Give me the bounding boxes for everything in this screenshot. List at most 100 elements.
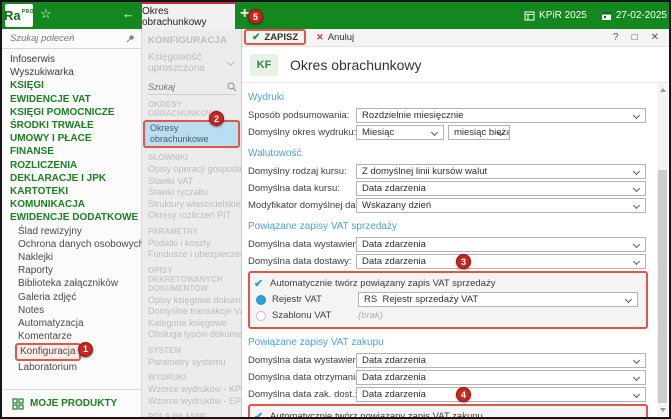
command-search-input[interactable] — [10, 33, 126, 44]
maximize-button[interactable]: □ — [632, 32, 638, 43]
chevron-down-icon — [227, 59, 234, 66]
panel-item: Opisy księgowe dokumentów — [148, 295, 237, 307]
save-check-icon: ✔ — [252, 32, 260, 43]
data-dostawy-select[interactable]: Data zdarzenia — [356, 254, 646, 269]
group-system: SYSTEM Parametry systemu — [148, 346, 237, 369]
field-label: Domyślna data zak. dost.: — [248, 389, 356, 400]
sidebar-item-ksiegi-pomocnicze[interactable]: KSIĘGI POMOCNICZE — [2, 106, 141, 119]
sidebar-item-ksiegi[interactable]: KSIĘGI — [2, 79, 141, 92]
sidebar-item-rozliczenia[interactable]: ROZLICZENIA — [2, 159, 141, 172]
products-grid-icon — [12, 398, 24, 410]
section-header-vat-sprzedazy: Powiązane zapisy VAT sprzedaży — [248, 221, 656, 233]
topbar-status-group: KPiR 2025 27-02-2025 — [524, 2, 667, 29]
sidebar-item-umowy-i-place[interactable]: UMOWY I PŁACE — [2, 132, 141, 145]
form-row: Domyślna data wystawienia: Data zdarzeni… — [248, 353, 656, 368]
scrollbar-down-arrow[interactable] — [660, 408, 666, 412]
save-button[interactable]: ZAPISZ — [264, 32, 298, 43]
data-kursu-select[interactable]: Data zdarzenia — [356, 181, 646, 196]
field-label: Sposób podsumowania: — [248, 110, 356, 121]
date-chip[interactable]: 27-02-2025 — [601, 10, 667, 21]
data-wystawienia-sprzedaz-select[interactable]: Data zdarzenia — [356, 237, 646, 252]
field-label: Modyfikator domyślnej daty kursu: — [248, 200, 356, 211]
checkbox-checked-icon: ✔ — [254, 410, 270, 417]
radio-selected-icon[interactable] — [256, 295, 266, 305]
sidebar-item-infoserwis[interactable]: Infoserwis — [2, 53, 141, 66]
logo-pro-label: PRO — [22, 9, 34, 15]
sidebar-item-notes[interactable]: Notes — [2, 304, 141, 317]
kf-badge: KF — [250, 54, 278, 76]
radio-unselected-icon[interactable] — [256, 311, 266, 321]
data-wystawienia-zakup-select[interactable]: Data zdarzenia — [356, 353, 646, 368]
group-pola-wlasne: POLA WŁASNE Pola własne zapisu w KPiR Po… — [148, 412, 237, 417]
back-arrow-icon[interactable]: ← — [122, 6, 135, 21]
panel-item: Podatki i koszty — [148, 238, 237, 250]
sposob-podsumowania-select[interactable]: Rozdzielnie miesięcznie — [356, 108, 646, 123]
scrollbar-up-arrow[interactable] — [660, 88, 666, 92]
tab-okres-obrachunkowy[interactable]: Okres obrachunkowy — [142, 2, 235, 29]
sidebar-item-konfiguracja[interactable]: Konfiguracja 1 — [2, 343, 141, 360]
data-otrzymania-select[interactable]: Data zdarzenia — [356, 370, 646, 385]
sidebar-item-komunikacja[interactable]: KOMUNIKACJA — [2, 198, 141, 211]
form-row: Domyślna data wystawienia: Data zdarzeni… — [248, 237, 656, 252]
sidebar-item-slad-rewizyjny[interactable]: Ślad rewizyjny — [2, 225, 141, 238]
data-zak-dost-select[interactable]: Data zdarzenia — [356, 387, 646, 402]
sidebar-item-galeria-zdjec[interactable]: Galeria zdjęć — [2, 291, 141, 304]
panel-item: Okresy rozliczeń PIT — [148, 210, 237, 222]
command-search[interactable] — [2, 29, 141, 49]
favorites-star-icon[interactable]: ☆ — [40, 6, 52, 22]
my-products-button[interactable]: MOJE PRODUKTY — [2, 389, 141, 417]
sidebar-item-deklaracje-i-jpk[interactable]: DEKLARACJE I JPK — [2, 172, 141, 185]
rejestr-vat-sprzedaz-row: Rejestr VAT RS Rejestr sprzedaży VAT — [254, 292, 640, 307]
auto-vat-zakup-checkbox-row[interactable]: ✔ Automatycznie twórz powiązany zapis VA… — [254, 409, 640, 417]
panel-item: Parametry systemu — [148, 357, 237, 369]
group-wydruki: WYDRUKI Wzorce wydruków - KPiR Wzorce wy… — [148, 373, 237, 407]
group-header: PARAMETRY — [148, 227, 237, 236]
sidebar-menu: Infoserwis Wyszukiwarka KSIĘGI EWIDENCJE… — [2, 49, 141, 374]
rodzaj-kursu-select[interactable]: Z domyślnej linii kursów walut — [356, 164, 646, 179]
panel-item: Obsługa typów dokumentów — [148, 329, 237, 341]
group-header: SYSTEM — [148, 346, 237, 355]
checkbox-checked-icon: ✔ — [254, 277, 270, 290]
panel-item: Wzorce wydruków - KPiR — [148, 384, 237, 396]
field-label: Domyślna data kursu: — [248, 183, 356, 194]
sidebar-item-raporty[interactable]: Raporty — [2, 264, 141, 277]
sidebar-item-ochrona-danych[interactable]: Ochrona danych osobowych — [2, 238, 141, 251]
scrollbar-thumb[interactable] — [658, 170, 667, 403]
sidebar-item-automatyzacja[interactable]: Automatyzacja — [2, 317, 141, 330]
help-button[interactable]: ? — [613, 32, 619, 43]
form-header: KF Okres obrachunkowy — [242, 47, 669, 83]
rejestr-vat-sprzedaz-select[interactable]: RS Rejestr sprzedaży VAT — [358, 292, 638, 307]
tab-label: Okres obrachunkowy — [142, 6, 235, 28]
company-chip[interactable]: KPiR 2025 — [524, 10, 587, 21]
close-button[interactable]: ✕ — [651, 32, 659, 43]
context-selector: Księgowość uproszczona — [148, 52, 237, 74]
group-header: SŁOWNIKI — [148, 153, 237, 162]
sidebar-item-laboratorium[interactable]: Laboratorium — [2, 361, 141, 374]
pin-icon[interactable] — [126, 34, 135, 43]
okres-wydruku-modifier-select[interactable]: miesiąc bieżący — [448, 125, 510, 140]
sidebar-item-finanse[interactable]: FINANSE — [2, 145, 141, 158]
sidebar-item-ewidencje-dodatkowe[interactable]: EWIDENCJE DODATKOWE — [2, 211, 141, 224]
annotation-box-1: Konfiguracja — [15, 343, 81, 360]
sidebar-item-srodki-trwale[interactable]: ŚRODKI TRWAŁE — [2, 119, 141, 132]
page-title: Okres obrachunkowy — [290, 57, 422, 73]
sidebar-item-kartoteki[interactable]: KARTOTEKI — [2, 185, 141, 198]
sidebar-item-wyszukiwarka[interactable]: Wyszukiwarka — [2, 66, 141, 79]
search-icon — [227, 82, 237, 92]
modyfikator-daty-select[interactable]: Wskazany dzień — [356, 198, 646, 213]
sidebar-item-naklejki[interactable]: Naklejki — [2, 251, 141, 264]
field-label: Domyślna data dostawy: — [248, 256, 356, 267]
auto-vat-sprzedaz-checkbox-row[interactable]: ✔ Automatycznie twórz powiązany zapis VA… — [254, 276, 640, 291]
okres-wydruku-select[interactable]: Miesiąc — [356, 125, 444, 140]
company-label: KPiR 2025 — [539, 10, 587, 21]
vertical-scrollbar[interactable] — [657, 84, 668, 416]
panel-item-okresy-obrachunkowe[interactable]: Okresy obrachunkowe — [143, 120, 240, 148]
cancel-button[interactable]: ✕ Anuluj — [316, 32, 354, 43]
sidebar-item-ewidencje-vat[interactable]: EWIDENCJE VAT — [2, 93, 141, 106]
annotation-badge-3: 3 — [456, 254, 471, 269]
annotation-badge-4: 4 — [456, 387, 471, 402]
sidebar-item-komentarze[interactable]: Komentarze — [2, 330, 141, 343]
section-header-walutowosc: Walutowość — [248, 148, 656, 160]
sidebar-item-biblioteka-zalacznikow[interactable]: Biblioteka załączników — [2, 277, 141, 290]
calendar-icon — [601, 10, 612, 21]
